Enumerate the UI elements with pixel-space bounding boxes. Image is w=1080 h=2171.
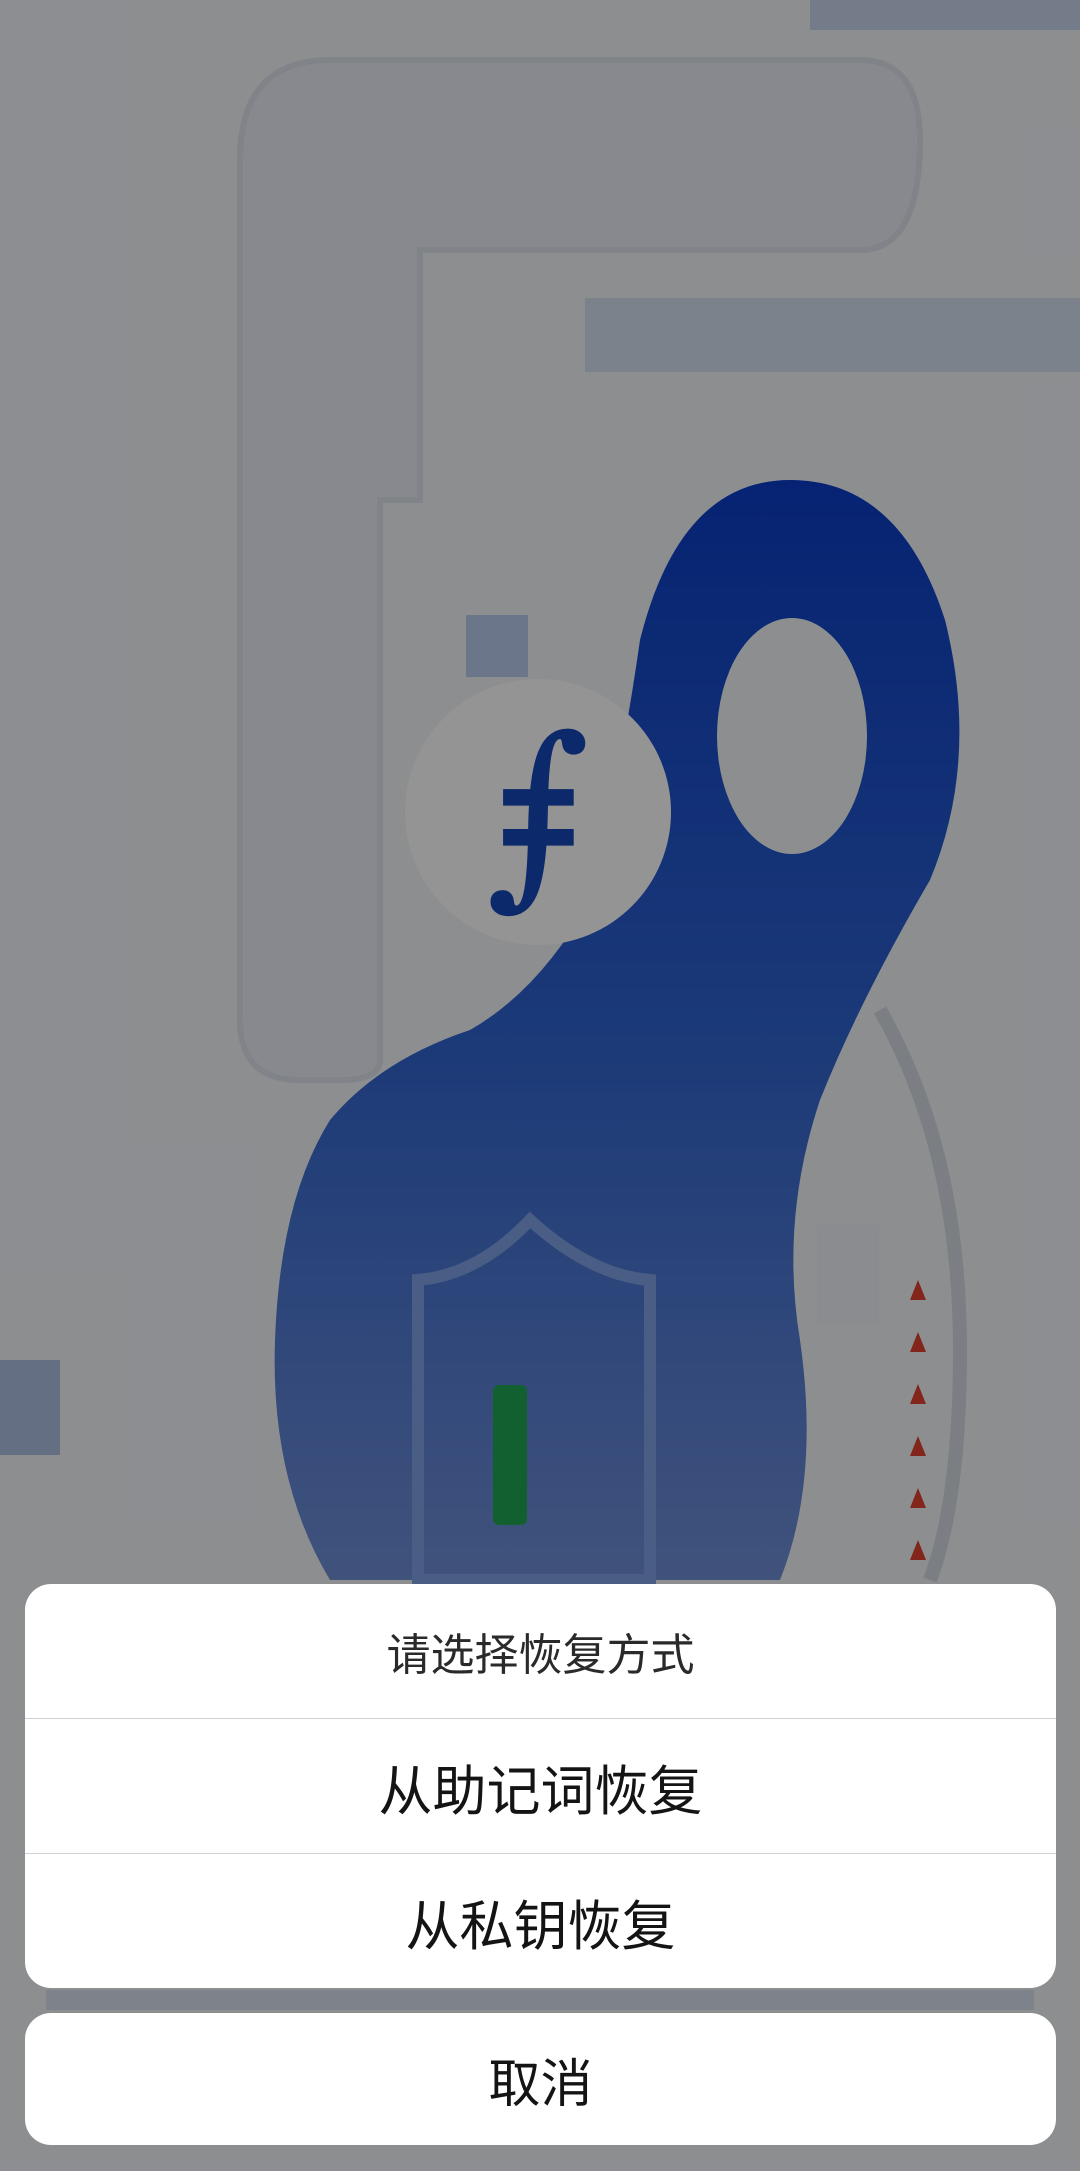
restore-from-mnemonic-button[interactable]: 从助记词恢复 [25, 1718, 1056, 1853]
restore-from-private-key-button[interactable]: 从私钥恢复 [25, 1853, 1056, 1988]
restore-wallet-screen: ⨎ 请选择恢复方式 从助记词恢复 从私钥恢复 取消 [0, 0, 1080, 2171]
restore-method-action-sheet: 请选择恢复方式 从助记词恢复 从私钥恢复 [25, 1584, 1056, 1988]
cancel-button[interactable]: 取消 [25, 2013, 1056, 2145]
action-sheet-title: 请选择恢复方式 [386, 1630, 695, 1681]
